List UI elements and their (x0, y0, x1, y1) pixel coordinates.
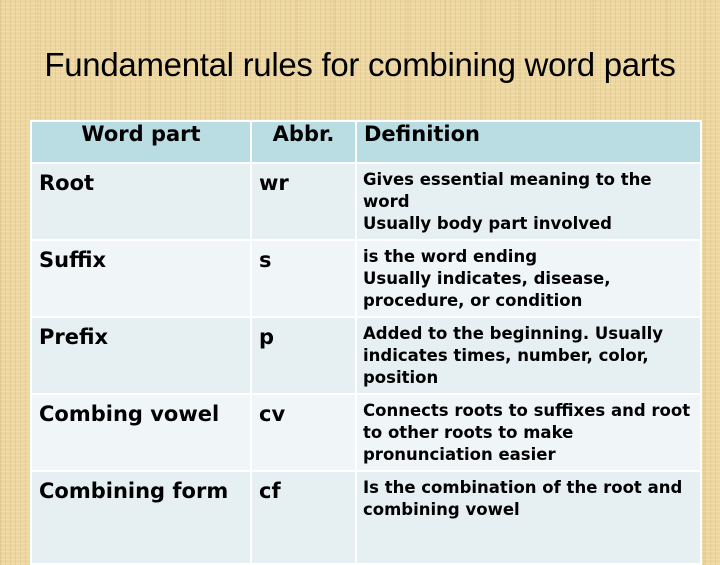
word-part-cell: Root (30, 162, 252, 241)
header-word-part: Word part (30, 120, 252, 164)
definition-line: Usually indicates, disease, procedure, o… (363, 269, 611, 310)
definition-line: Connects roots to suffixes and root to o… (363, 401, 691, 464)
definition-cell: is the word ending Usually indicates, di… (355, 239, 702, 318)
definition-cell: Gives essential meaning to the word Usua… (355, 162, 702, 241)
table-row: Combing vowel cv Connects roots to suffi… (30, 393, 702, 472)
definition-cell: Added to the beginning. Usually indicate… (355, 316, 702, 395)
abbr-cell: wr (250, 162, 357, 241)
table-row: Suffix s is the word ending Usually indi… (30, 239, 702, 318)
word-part-cell: Combining form (30, 470, 252, 565)
word-parts-table: Word part Abbr. Definition Root wr Gives… (30, 120, 702, 565)
word-part-cell: Prefix (30, 316, 252, 395)
header-definition: Definition (355, 120, 702, 164)
definition-line: Gives essential meaning to the word (363, 170, 652, 211)
definition-line: Is the combination of the root and combi… (363, 478, 683, 519)
word-part-cell: Suffix (30, 239, 252, 318)
abbr-cell: s (250, 239, 357, 318)
definition-cell: Is the combination of the root and combi… (355, 470, 702, 565)
definition-line: is the word ending (363, 247, 538, 266)
slide-title: Fundamental rules for combining word par… (44, 46, 676, 83)
definition-line: Usually body part involved (363, 214, 612, 233)
definition-line: Added to the beginning. Usually indicate… (363, 324, 664, 387)
table-row: Root wr Gives essential meaning to the w… (30, 162, 702, 241)
table-header-row: Word part Abbr. Definition (30, 120, 702, 164)
header-abbr: Abbr. (250, 120, 357, 164)
abbr-cell: p (250, 316, 357, 395)
definition-cell: Connects roots to suffixes and root to o… (355, 393, 702, 472)
table-row: Prefix p Added to the beginning. Usually… (30, 316, 702, 395)
word-part-cell: Combing vowel (30, 393, 252, 472)
table-row: Combining form cf Is the combination of … (30, 470, 702, 565)
abbr-cell: cv (250, 393, 357, 472)
abbr-cell: cf (250, 470, 357, 565)
